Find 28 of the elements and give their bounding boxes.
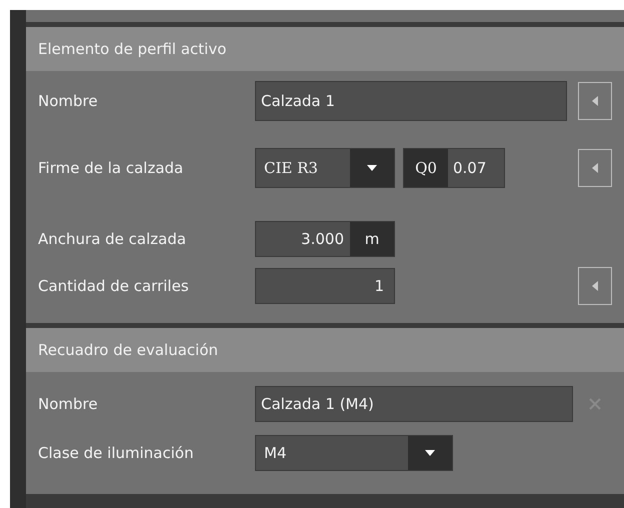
field-label: Anchura de calzada bbox=[38, 230, 188, 248]
reset-button[interactable] bbox=[578, 149, 612, 187]
section-header: Recuadro de evaluación bbox=[26, 328, 624, 372]
number-value: 3.000 bbox=[300, 230, 345, 248]
left-arrow-icon bbox=[592, 96, 598, 106]
number-field[interactable]: 3.000 m bbox=[255, 221, 395, 257]
field-label: Firme de la calzada bbox=[38, 159, 184, 177]
field-label: Cantidad de carriles bbox=[38, 277, 190, 295]
field-label: Nombre bbox=[38, 395, 99, 413]
text-field[interactable]: Calzada 1 (M4) bbox=[255, 386, 573, 422]
left-arrow-icon bbox=[592, 281, 598, 291]
close-icon bbox=[589, 398, 601, 410]
coefficient-value: 0.07 bbox=[452, 159, 486, 177]
section-header: Elemento de perfil activo bbox=[26, 27, 624, 71]
coefficient-label: Q0 bbox=[404, 149, 448, 187]
text-field[interactable]: Calzada 1 bbox=[255, 81, 567, 121]
coefficient-field[interactable]: Q0 0.07 bbox=[403, 148, 505, 188]
dropdown[interactable]: CIE R3 bbox=[255, 148, 395, 188]
dropdown-arrow-icon bbox=[425, 450, 435, 456]
reset-button[interactable] bbox=[578, 82, 612, 120]
dropdown-arrow-icon bbox=[367, 165, 377, 171]
number-field[interactable]: 1 bbox=[255, 268, 395, 304]
reset-button[interactable] bbox=[578, 267, 612, 305]
left-arrow-icon bbox=[592, 163, 598, 173]
field-label: Clase de iluminación bbox=[38, 444, 195, 462]
field-label: Nombre bbox=[38, 92, 99, 110]
dropdown[interactable]: M4 bbox=[255, 435, 453, 471]
unit-label: m bbox=[350, 222, 394, 256]
